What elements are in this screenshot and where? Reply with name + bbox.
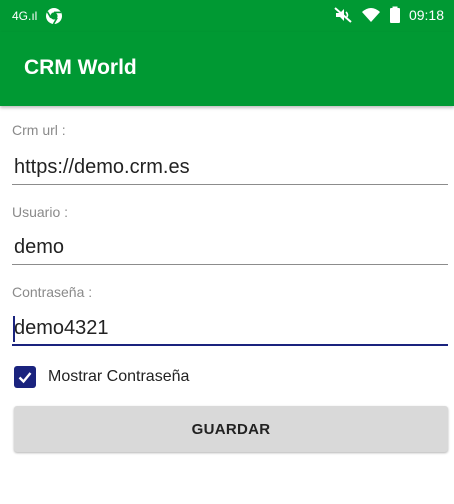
status-left: 4G.ıl	[12, 7, 63, 25]
crm-url-label: Crm url :	[12, 122, 66, 138]
chrome-icon	[45, 7, 63, 25]
checkbox-checked-icon[interactable]	[14, 366, 36, 388]
usuario-field[interactable]	[12, 231, 448, 265]
battery-icon	[389, 6, 401, 24]
contrasena-label: Contraseña :	[12, 284, 93, 300]
wifi-icon	[361, 6, 381, 24]
save-button[interactable]: GUARDAR	[14, 406, 448, 452]
mute-icon	[333, 6, 353, 24]
status-time: 09:18	[408, 7, 444, 23]
status-bar: 4G.ıl 09:18	[0, 0, 454, 32]
app-bar: CRM World	[0, 32, 454, 106]
text-cursor	[13, 316, 15, 342]
password-field[interactable]	[12, 312, 448, 346]
app-title: CRM World	[24, 56, 137, 79]
crm-url-field[interactable]	[12, 151, 448, 185]
status-right: 09:18	[333, 6, 444, 24]
show-password-label: Mostrar Contraseña	[48, 368, 190, 385]
show-password-checkbox[interactable]: Mostrar Contraseña	[14, 366, 189, 388]
signal-indicator: 4G.ıl	[12, 9, 38, 23]
usuario-label: Usuario :	[12, 204, 69, 220]
